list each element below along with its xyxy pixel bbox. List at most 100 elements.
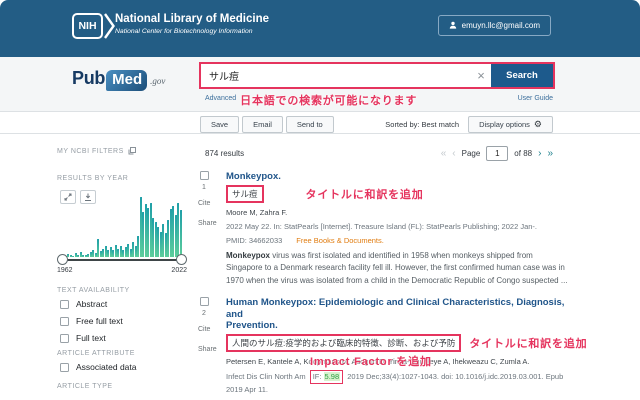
slider-handle-end[interactable] bbox=[176, 254, 187, 265]
filter-associated-data[interactable]: Associated data bbox=[60, 362, 136, 372]
external-link-icon bbox=[128, 147, 136, 155]
site-subtitle: National Center for Biotechnology Inform… bbox=[115, 28, 269, 35]
user-guide-link[interactable]: User Guide bbox=[518, 95, 553, 102]
result-2-body: Human Monkeypox: Epidemiologic and Clini… bbox=[226, 297, 568, 400]
checkbox-full-text[interactable] bbox=[60, 334, 69, 343]
save-button[interactable]: Save bbox=[200, 116, 239, 133]
article-type-label: ARTICLE TYPE bbox=[57, 383, 113, 390]
article-attribute-label: ARTICLE ATTRIBUTE bbox=[57, 350, 135, 357]
pubmed-logo-gov: .gov bbox=[150, 76, 165, 86]
impact-factor-annotation: Impact Factor を追加 bbox=[310, 353, 432, 369]
result-1-authors: Moore M, Zahra F. bbox=[226, 208, 568, 217]
results-by-year-label: RESULTS BY YEAR bbox=[57, 175, 128, 182]
email-button[interactable]: Email bbox=[242, 116, 283, 133]
result-2-translation-row: 人間のサル痘:疫学的および臨床的特徴、診断、および予防 タイトルに和訳を追加 bbox=[226, 334, 568, 352]
filter-associated-data-label: Associated data bbox=[76, 362, 136, 372]
pubmed-page: NIH National Library of Medicine Nationa… bbox=[0, 0, 640, 400]
filter-free-full-text-label: Free full text bbox=[76, 316, 123, 326]
result-1-citation: 2022 May 22. In: StatPearls [Internet]. … bbox=[226, 221, 568, 233]
text-availability-label: TEXT AVAILABILITY bbox=[57, 287, 130, 294]
result-1-cite-link[interactable]: Cite bbox=[198, 200, 226, 207]
result-1-annotation: タイトルに和訳を追加 bbox=[306, 186, 424, 202]
checkbox-abstract[interactable] bbox=[60, 300, 69, 309]
result-1-index: 1 bbox=[202, 184, 226, 191]
result-2-title-link[interactable]: Human Monkeypox: Epidemiologic and Clini… bbox=[226, 297, 568, 331]
my-ncbi-filters-link[interactable]: MY NCBI FILTERS bbox=[57, 147, 136, 155]
slider-handle-start[interactable] bbox=[57, 254, 68, 265]
pubmed-logo-med: Med bbox=[106, 70, 147, 91]
last-page-icon[interactable]: » bbox=[547, 149, 553, 159]
checkbox-associated-data[interactable] bbox=[60, 363, 69, 372]
result-1-pmid: PMID: 34662033 bbox=[226, 236, 282, 245]
result-2-title-term: Monkeypox bbox=[261, 297, 313, 308]
nih-chevron-icon bbox=[104, 13, 115, 39]
page-of-label: of 88 bbox=[514, 149, 532, 158]
pubmed-logo-pub: Pub bbox=[72, 68, 105, 89]
results-toolbar: Save Email Send to Sorted by: Best match… bbox=[0, 113, 640, 134]
year-end-label: 2022 bbox=[171, 267, 187, 274]
advanced-link[interactable]: Advanced bbox=[205, 95, 236, 102]
filter-free-full-text[interactable]: Free full text bbox=[60, 316, 123, 326]
pagination: « ‹ Page of 88 › » bbox=[441, 146, 553, 161]
nih-logo[interactable]: NIH bbox=[72, 13, 115, 39]
impact-factor-label: IF: bbox=[313, 372, 322, 381]
impact-factor-value: 5.98 bbox=[324, 372, 341, 381]
result-2-translation-box: 人間のサル痘:疫学的および臨床的特徴、診断、および予防 bbox=[226, 334, 461, 352]
result-1-checkbox[interactable] bbox=[200, 171, 209, 180]
result-1-title-link[interactable]: Monkeypox. bbox=[226, 171, 568, 182]
impact-factor-box: IF: 5.98 bbox=[310, 370, 343, 384]
slider-track bbox=[63, 259, 181, 261]
results-bar: 874 results « ‹ Page of 88 › » bbox=[195, 135, 640, 161]
result-2-annotation: タイトルに和訳を追加 bbox=[469, 335, 587, 351]
result-1-translation-box: サル痘 bbox=[226, 185, 264, 203]
search-band: Pub Med .gov × Search Advanced 日本語での検索が可… bbox=[0, 57, 640, 112]
filters-sidebar: MY NCBI FILTERS RESULTS BY YEAR 1962 bbox=[57, 135, 187, 400]
search-input[interactable] bbox=[201, 64, 471, 87]
toolbar-display: Sorted by: Best match Display options ⚙ bbox=[385, 116, 553, 133]
result-2-checkbox[interactable] bbox=[200, 297, 209, 306]
nih-logo-text: NIH bbox=[72, 13, 103, 39]
result-2-title-pre: Human bbox=[226, 297, 261, 308]
search-button[interactable]: Search bbox=[491, 64, 553, 87]
account-email: emuyn.llc@gmail.com bbox=[462, 21, 540, 30]
page-label: Page bbox=[462, 149, 481, 158]
prev-page-icon[interactable]: ‹ bbox=[452, 149, 455, 159]
result-1-snippet: Monkeypox virus was first isolated and i… bbox=[226, 250, 568, 287]
result-item-1: 1 Cite Share Monkeypox. サル痘 タイトルに和訳を追加 M… bbox=[195, 171, 640, 287]
checkbox-free-full-text[interactable] bbox=[60, 317, 69, 326]
display-options-button[interactable]: Display options ⚙ bbox=[468, 116, 553, 133]
results-count: 874 results bbox=[205, 149, 244, 158]
result-1-snippet-text: virus was first isolated and identified … bbox=[226, 251, 568, 285]
my-ncbi-filters-label: MY NCBI FILTERS bbox=[57, 148, 124, 155]
filter-abstract[interactable]: Abstract bbox=[60, 299, 107, 309]
page-number-input[interactable] bbox=[486, 146, 508, 161]
first-page-icon[interactable]: « bbox=[441, 149, 447, 159]
gear-icon: ⚙ bbox=[534, 120, 542, 129]
account-email-button[interactable]: emuyn.llc@gmail.com bbox=[438, 15, 551, 36]
send-to-button[interactable]: Send to bbox=[286, 116, 334, 133]
result-2-rail: 2 Cite Share bbox=[198, 297, 226, 400]
toolbar-actions: Save Email Send to bbox=[200, 116, 334, 133]
result-2-index: 2 bbox=[202, 310, 226, 317]
filter-full-text-label: Full text bbox=[76, 333, 106, 343]
results-histogram bbox=[62, 197, 182, 257]
site-header: NIH National Library of Medicine Nationa… bbox=[0, 0, 640, 57]
filter-full-text[interactable]: Full text bbox=[60, 333, 106, 343]
site-title: National Library of Medicine bbox=[115, 13, 269, 25]
clear-search-icon[interactable]: × bbox=[471, 64, 491, 87]
result-2-citation: Infect Dis Clin North Am IF: 5.98 2019 D… bbox=[226, 370, 568, 395]
next-page-icon[interactable]: › bbox=[538, 149, 541, 159]
pubmed-logo[interactable]: Pub Med .gov bbox=[72, 68, 165, 91]
search-annotation-text: 日本語での検索が可能になります bbox=[240, 92, 417, 108]
year-range-labels: 1962 2022 bbox=[57, 267, 187, 274]
result-1-meta-row: PMID: 34662033 Free Books & Documents. bbox=[226, 236, 568, 245]
search-bar-annotation-box: × Search bbox=[199, 62, 555, 89]
result-2-journal: Infect Dis Clin North Am bbox=[226, 372, 306, 381]
result-2-share-link[interactable]: Share bbox=[198, 346, 226, 353]
result-2-cite-link[interactable]: Cite bbox=[198, 326, 226, 333]
result-1-share-link[interactable]: Share bbox=[198, 220, 226, 227]
result-1-rail: 1 Cite Share bbox=[198, 171, 226, 287]
result-1-free-tag: Free Books & Documents. bbox=[296, 236, 384, 245]
results-main: 874 results « ‹ Page of 88 › » 1 Cite S bbox=[195, 135, 640, 400]
sorted-by-dropdown[interactable]: Sorted by: Best match bbox=[385, 120, 459, 129]
